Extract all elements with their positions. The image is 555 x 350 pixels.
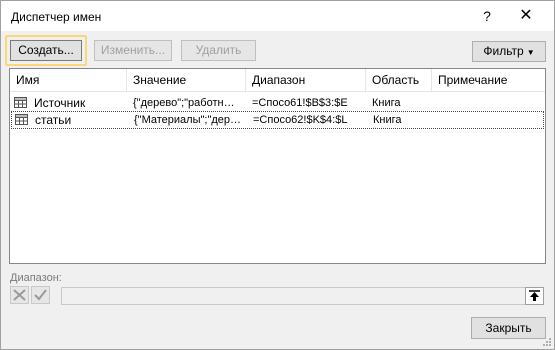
cancel-edit-button[interactable]	[10, 286, 29, 304]
row-note	[438, 94, 538, 112]
row-name: Источник	[34, 96, 86, 110]
confirm-edit-button[interactable]	[31, 286, 50, 304]
dialog-title: Диспетчер имен	[11, 10, 102, 24]
chevron-down-icon: ▼	[526, 48, 535, 57]
column-header-scope[interactable]: Область	[366, 69, 432, 91]
title-bar[interactable]: Диспетчер имен ? ✕	[1, 1, 554, 31]
create-button[interactable]: Создать...	[10, 40, 82, 61]
table-row[interactable]: Источник {"дерево";"работн… =Спосо61!$B$…	[10, 94, 545, 112]
row-range: =Спосо61!$B$3:$E	[252, 97, 348, 109]
collapse-dialog-button[interactable]	[525, 287, 544, 305]
close-button[interactable]: Закрыть	[471, 317, 546, 339]
filter-label: Фильтр	[483, 44, 524, 58]
names-table[interactable]: Имя Значение Диапазон Область Примечание…	[9, 68, 546, 264]
named-range-icon	[15, 114, 28, 125]
column-header-range[interactable]: Диапазон	[246, 69, 366, 91]
help-button[interactable]: ?	[479, 7, 495, 25]
table-row[interactable]: статьи {"Материалы";"дер… =Спосо62!$K$4:…	[11, 111, 544, 129]
row-note	[439, 111, 539, 129]
edit-button[interactable]: Изменить...	[94, 40, 172, 61]
column-header-value[interactable]: Значение	[127, 69, 246, 91]
table-header: Имя Значение Диапазон Область Примечание	[10, 69, 545, 92]
row-name: статьи	[35, 113, 72, 127]
row-scope: Книга	[373, 114, 402, 126]
collapse-arrow-icon	[529, 290, 540, 301]
named-range-icon	[14, 97, 27, 108]
delete-button[interactable]: Удалить	[181, 40, 256, 61]
row-range: =Спосо62!$K$4:$L	[253, 114, 348, 126]
column-header-note[interactable]: Примечание	[432, 69, 545, 91]
check-icon	[34, 289, 47, 301]
range-label: Диапазон:	[10, 272, 62, 284]
row-scope: Книга	[372, 97, 401, 109]
resize-grip-icon[interactable]	[542, 337, 552, 347]
cancel-x-icon	[13, 289, 26, 301]
row-value: {"Материалы";"дер…	[134, 114, 241, 126]
row-value: {"дерево";"работн…	[133, 97, 235, 109]
filter-button[interactable]: Фильтр ▼	[472, 41, 546, 62]
close-window-button[interactable]: ✕	[516, 7, 536, 25]
range-refers-to-field[interactable]	[61, 287, 544, 305]
name-manager-dialog: Диспетчер имен ? ✕ Создать... Изменить..…	[0, 0, 555, 350]
column-header-name[interactable]: Имя	[10, 69, 127, 91]
